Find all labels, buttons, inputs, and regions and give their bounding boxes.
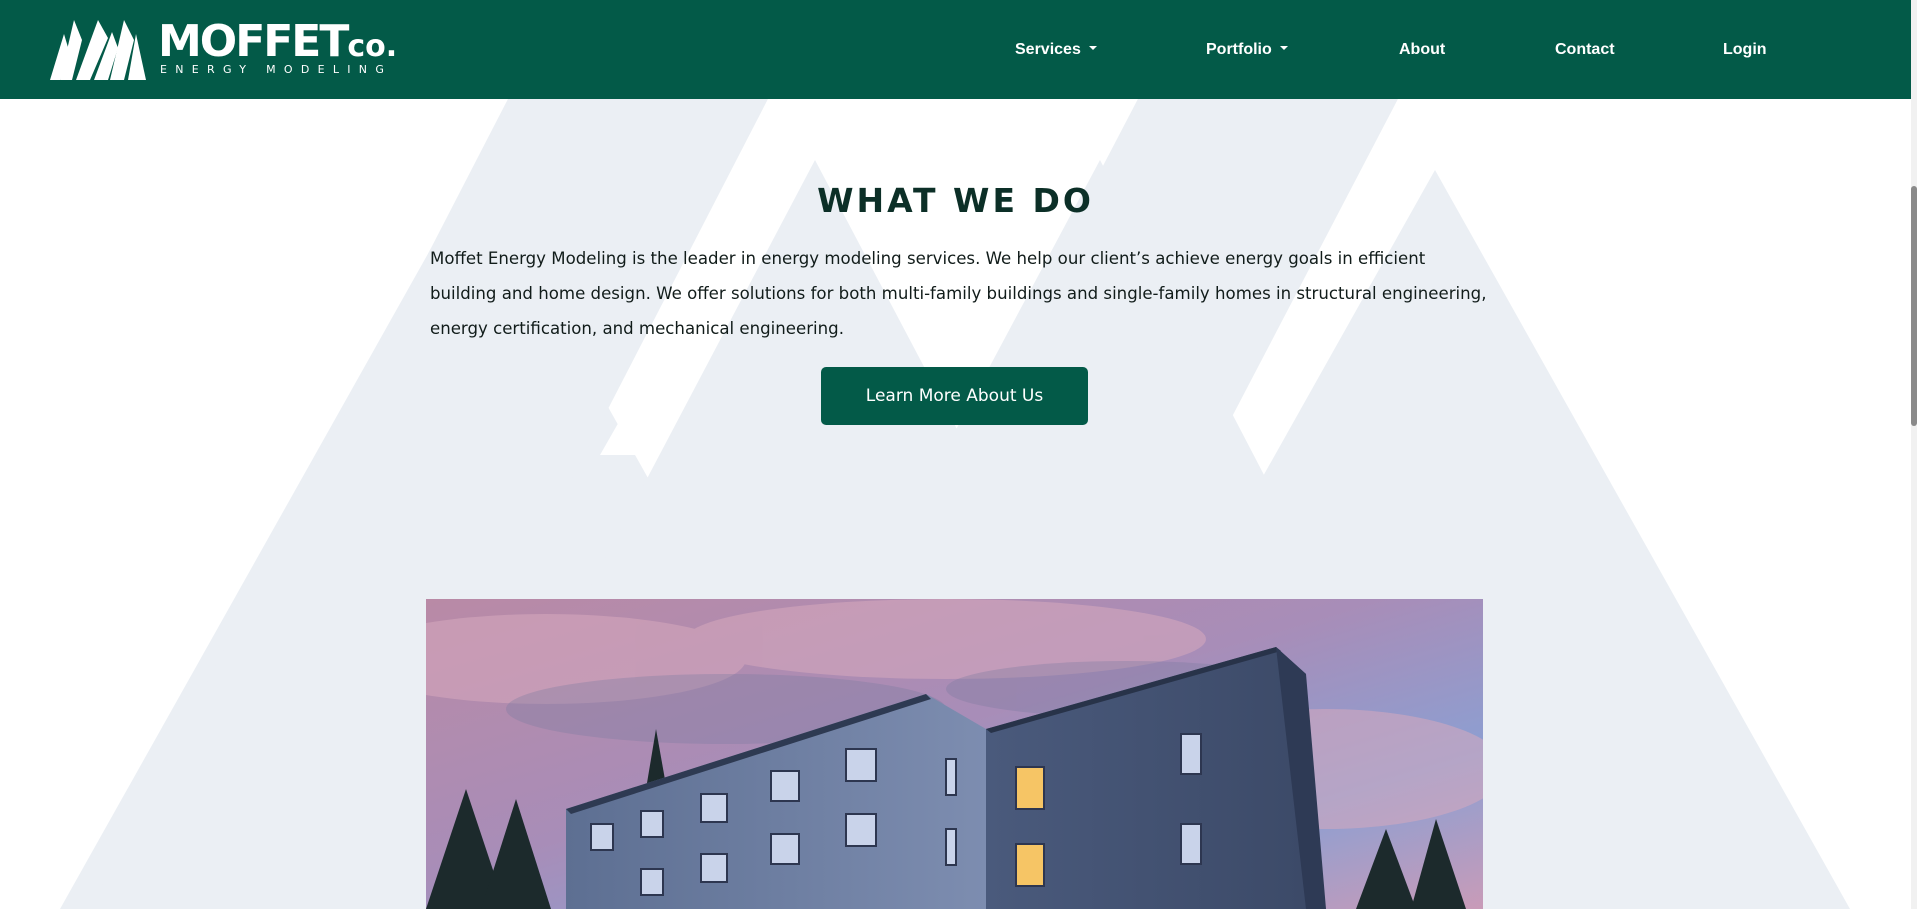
nav-item-login[interactable]: Login <box>1723 38 1767 62</box>
main-nav: Services Portfolio About Contact Login <box>0 0 1911 99</box>
nav-item-label: Contact <box>1555 41 1615 58</box>
scrollbar[interactable] <box>1911 0 1917 909</box>
nav-item-label: Login <box>1723 41 1767 58</box>
page: MOFFETco. ENERGY MODELING Services Portf… <box>0 0 1917 909</box>
site-header: MOFFETco. ENERGY MODELING Services Portf… <box>0 0 1911 99</box>
caret-down-icon <box>1279 45 1288 50</box>
nav-item-label: Services <box>1015 41 1081 58</box>
caret-down-icon <box>1088 45 1097 50</box>
nav-item-services[interactable]: Services <box>1015 38 1097 62</box>
nav-item-portfolio[interactable]: Portfolio <box>1206 38 1288 62</box>
section-body: Moffet Energy Modeling is the leader in … <box>430 249 1487 338</box>
section-title: WHAT WE DO <box>817 181 1094 220</box>
building-photo <box>426 599 1483 909</box>
nav-item-about[interactable]: About <box>1399 38 1445 62</box>
nav-item-contact[interactable]: Contact <box>1555 38 1615 62</box>
learn-more-button[interactable]: Learn More About Us <box>821 367 1088 425</box>
nav-item-label: Portfolio <box>1206 41 1272 58</box>
scrollbar-thumb[interactable] <box>1911 186 1917 426</box>
nav-item-label: About <box>1399 41 1446 58</box>
